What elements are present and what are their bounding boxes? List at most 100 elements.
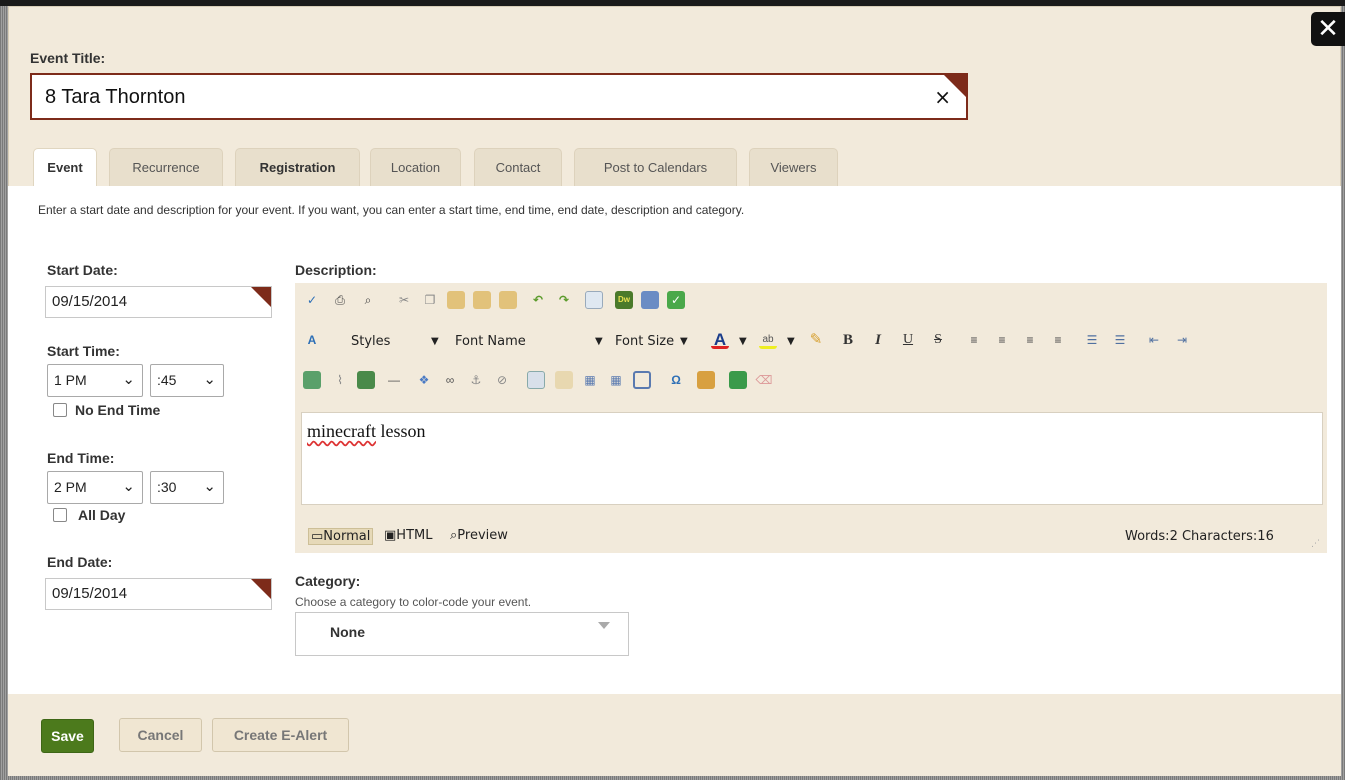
chevron-down-icon: ▼ <box>431 336 439 347</box>
start-time-label: Start Time: <box>47 343 120 359</box>
print-icon[interactable]: ⎙ <box>331 291 349 309</box>
insert-column-icon[interactable]: ▦ <box>607 371 625 389</box>
indent-icon[interactable]: ⇥ <box>1173 331 1191 349</box>
image-icon[interactable] <box>303 371 321 389</box>
save-button[interactable]: Save <box>41 719 94 753</box>
tab-recurrence[interactable]: Recurrence <box>109 148 223 186</box>
eraser-icon[interactable]: ⌫ <box>755 371 773 389</box>
align-left-icon[interactable]: ≡ <box>965 331 983 349</box>
create-e-alert-button[interactable]: Create E-Alert <box>212 718 349 752</box>
link-icon[interactable]: ∞ <box>441 371 459 389</box>
attachment-icon[interactable]: ⌇ <box>331 371 349 389</box>
paste-icon[interactable] <box>447 291 465 309</box>
chevron-down-icon: ▼ <box>595 336 603 347</box>
tab-contact[interactable]: Contact <box>474 148 562 186</box>
dreamweaver-icon[interactable]: Dw <box>615 291 633 309</box>
chevron-down-icon: ⌄ <box>122 477 135 495</box>
spellcheck-icon[interactable]: ✓ <box>303 291 321 309</box>
start-minute-value: :45 <box>157 372 177 388</box>
table-properties-icon[interactable] <box>555 371 573 389</box>
underline-icon[interactable]: U <box>899 331 917 349</box>
start-date-input[interactable]: 09/15/2014 <box>45 286 272 318</box>
preview-mode-tab[interactable]: ⌕Preview <box>450 528 508 543</box>
intro-text: Enter a start date and description for y… <box>38 203 745 217</box>
font-size-dropdown[interactable]: Font Size <box>615 331 674 353</box>
all-day-checkbox[interactable] <box>53 508 67 522</box>
tab-location[interactable]: Location <box>370 148 461 186</box>
horizontal-rule-icon[interactable]: — <box>385 371 403 389</box>
start-hour-value: 1 PM <box>54 372 87 388</box>
start-hour-select[interactable]: 1 PM ⌄ <box>47 364 143 397</box>
strikethrough-icon[interactable]: S <box>929 331 947 349</box>
align-justify-icon[interactable]: ≡ <box>1049 331 1067 349</box>
font-name-dropdown[interactable]: Font Name <box>455 331 526 353</box>
pencil-icon[interactable]: ✎ <box>807 331 825 349</box>
media-icon[interactable] <box>357 371 375 389</box>
description-content: minecraft lesson <box>307 421 425 442</box>
end-time-label: End Time: <box>47 450 115 466</box>
unordered-list-icon[interactable]: ☰ <box>1111 331 1129 349</box>
styles-dropdown[interactable]: Styles <box>351 331 390 353</box>
check-icon[interactable]: ✓ <box>667 291 685 309</box>
category-select[interactable]: None <box>295 612 629 656</box>
ordered-list-icon[interactable]: ☰ <box>1083 331 1101 349</box>
cell-icon[interactable] <box>633 371 651 389</box>
copy-icon[interactable]: ❐ <box>421 291 439 309</box>
highlight-color-icon[interactable]: ab <box>759 331 777 349</box>
paste-text-icon[interactable] <box>499 291 517 309</box>
redo-icon[interactable]: ↷ <box>555 291 573 309</box>
flash-icon[interactable]: ❖ <box>415 371 433 389</box>
event-title-input[interactable]: 8 Tara Thornton × <box>30 73 968 120</box>
insert-row-icon[interactable]: ▦ <box>581 371 599 389</box>
chevron-down-icon: ▼ <box>680 336 688 347</box>
align-center-icon[interactable]: ≡ <box>993 331 1011 349</box>
start-date-value: 09/15/2014 <box>52 293 128 310</box>
tab-viewers[interactable]: Viewers <box>749 148 838 186</box>
italic-icon[interactable]: I <box>869 331 887 349</box>
end-hour-value: 2 PM <box>54 479 87 495</box>
tab-event[interactable]: Event <box>33 148 97 188</box>
cut-icon[interactable]: ✂ <box>395 291 413 309</box>
anchor-icon[interactable]: ⚓ <box>467 371 485 389</box>
find-icon[interactable]: ⌕ <box>359 291 377 309</box>
chevron-down-icon: ▼ <box>739 336 747 347</box>
dialog-footer <box>8 694 1341 776</box>
normal-mode-tab[interactable]: ▭Normal <box>308 528 374 545</box>
misspelled-word: minecraft <box>307 421 376 441</box>
chevron-down-icon: ⌄ <box>203 370 216 388</box>
form-element-icon[interactable] <box>697 371 715 389</box>
description-content-rest: lesson <box>375 421 426 441</box>
resize-handle-icon[interactable]: ⋰ <box>1311 538 1321 548</box>
snippet-icon[interactable] <box>729 371 747 389</box>
cancel-button[interactable]: Cancel <box>119 718 202 752</box>
end-hour-select[interactable]: 2 PM ⌄ <box>47 471 143 504</box>
outdent-icon[interactable]: ⇤ <box>1145 331 1163 349</box>
chevron-down-icon: ⌄ <box>122 370 135 388</box>
unlink-icon[interactable]: ⊘ <box>493 371 511 389</box>
paste-word-icon[interactable] <box>473 291 491 309</box>
description-content-area[interactable]: minecraft lesson <box>301 412 1323 505</box>
format-painter-icon[interactable]: A <box>303 331 321 349</box>
align-right-icon[interactable]: ≡ <box>1021 331 1039 349</box>
tab-post-to-calendars[interactable]: Post to Calendars <box>574 148 737 186</box>
editor-toolbar-row-2: A Styles ▼ Font Name ▼ Font Size ▼ A ▼ a… <box>303 331 1323 361</box>
close-icon[interactable]: ✕ <box>1311 12 1345 46</box>
start-minute-select[interactable]: :45 ⌄ <box>150 364 224 397</box>
end-minute-value: :30 <box>157 479 177 495</box>
end-minute-select[interactable]: :30 ⌄ <box>150 471 224 504</box>
font-color-icon[interactable]: A <box>711 331 729 349</box>
event-title-label: Event Title: <box>30 50 106 66</box>
form-icon[interactable] <box>641 291 659 309</box>
all-day-label: All Day <box>78 507 126 523</box>
tab-registration[interactable]: Registration <box>235 148 360 186</box>
undo-icon[interactable]: ↶ <box>529 291 547 309</box>
table-icon[interactable] <box>527 371 545 389</box>
special-char-icon[interactable]: Ω <box>667 371 685 389</box>
required-corner-marker <box>251 287 271 307</box>
description-label: Description: <box>295 262 377 278</box>
html-mode-tab[interactable]: ▣HTML <box>384 528 432 543</box>
no-end-time-checkbox[interactable] <box>53 403 67 417</box>
template-icon[interactable] <box>585 291 603 309</box>
end-date-input[interactable]: 09/15/2014 <box>45 578 272 610</box>
bold-icon[interactable]: B <box>839 331 857 349</box>
